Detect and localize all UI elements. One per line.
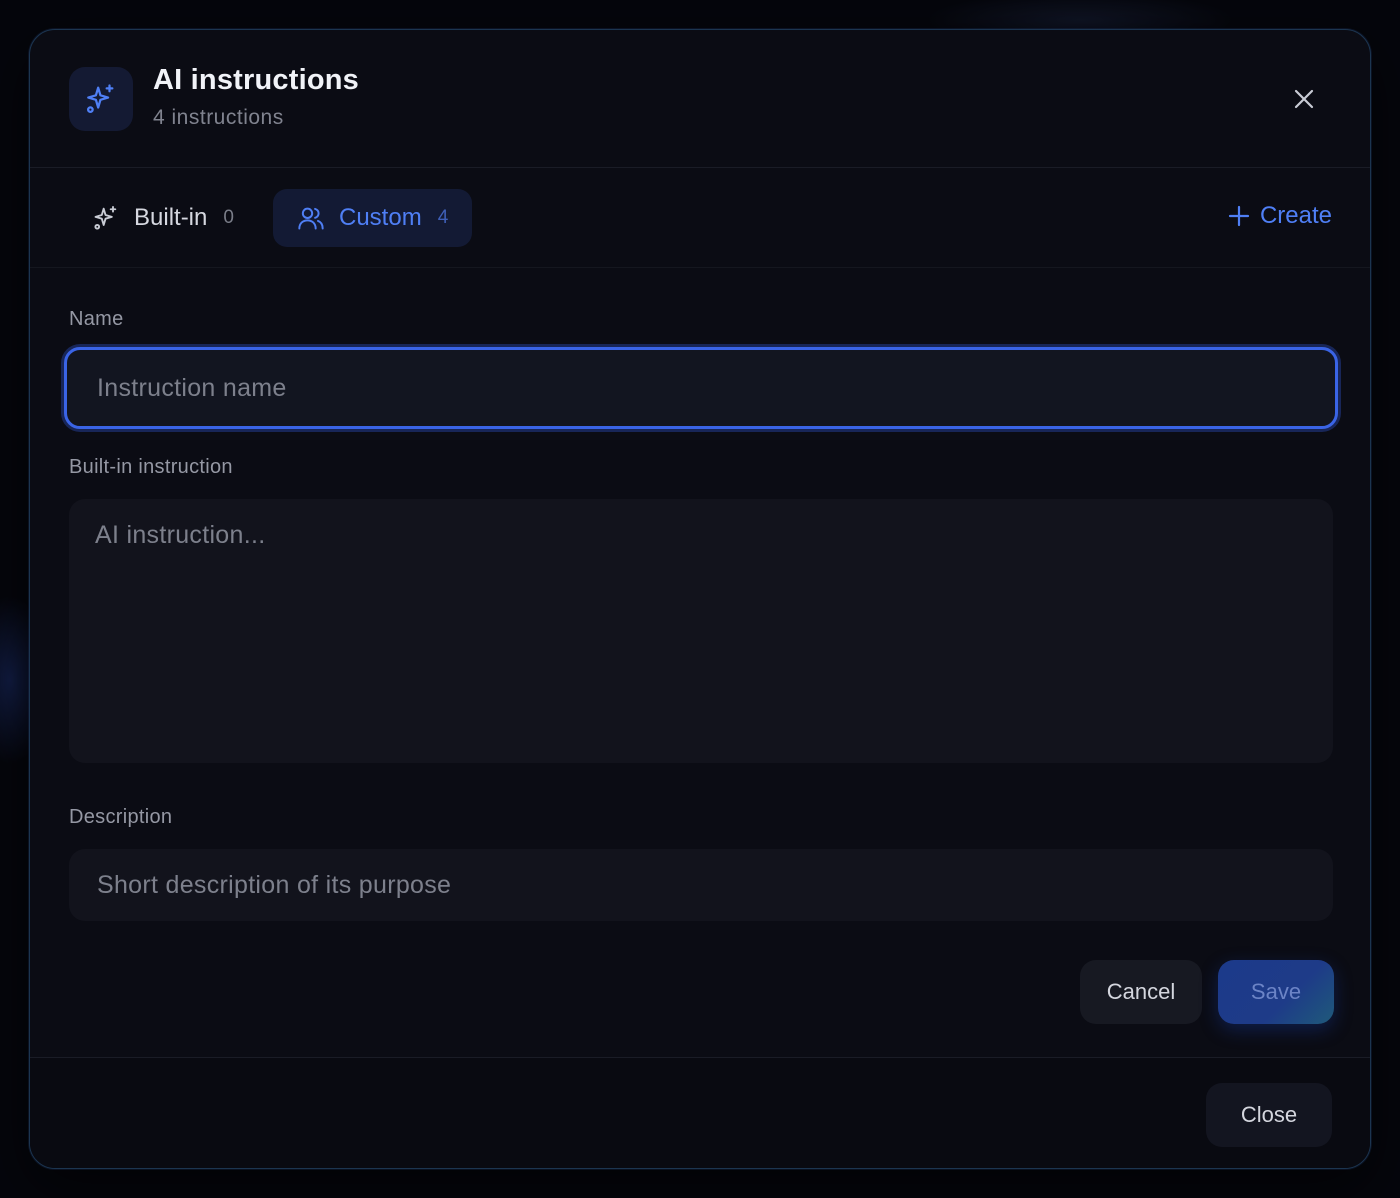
name-input[interactable]	[95, 372, 1335, 404]
instruction-textarea-wrapper	[69, 499, 1333, 763]
tab-count: 4	[437, 207, 449, 228]
close-button[interactable]: Close	[1206, 1083, 1332, 1147]
cancel-button[interactable]: Cancel	[1080, 960, 1202, 1024]
plus-icon	[1228, 205, 1250, 227]
instruction-textarea[interactable]	[95, 521, 1307, 741]
dialog-subtitle: 4 instructions	[153, 106, 284, 129]
create-label: Create	[1259, 202, 1332, 229]
users-icon	[297, 204, 325, 232]
save-button[interactable]: Save	[1218, 960, 1334, 1024]
tab-label: Custom	[339, 204, 422, 231]
name-input-wrapper	[64, 347, 1338, 429]
tab-label: Built-in	[134, 204, 208, 231]
instruction-label: Built-in instruction	[69, 456, 233, 478]
description-input[interactable]	[95, 869, 1307, 901]
dialog-title: AI instructions	[153, 64, 360, 96]
ai-instructions-dialog: AI instructions 4 instructions Built-in …	[29, 29, 1371, 1169]
sparkles-icon	[69, 67, 133, 131]
dialog-footer	[30, 1057, 1370, 1168]
close-icon[interactable]	[1285, 80, 1323, 118]
description-input-wrapper	[69, 849, 1333, 921]
description-label: Description	[69, 806, 173, 828]
tab-count: 0	[223, 207, 234, 228]
tab-bar: Built-in 0 Custom 4 Create	[30, 168, 1370, 268]
tab-built-in[interactable]: Built-in 0	[74, 189, 252, 247]
create-button[interactable]: Create	[1228, 202, 1332, 230]
tab-custom[interactable]: Custom 4	[273, 189, 473, 247]
dialog-header: AI instructions 4 instructions	[30, 30, 1370, 168]
name-label: Name	[69, 308, 124, 330]
sparkles-icon	[92, 204, 120, 232]
